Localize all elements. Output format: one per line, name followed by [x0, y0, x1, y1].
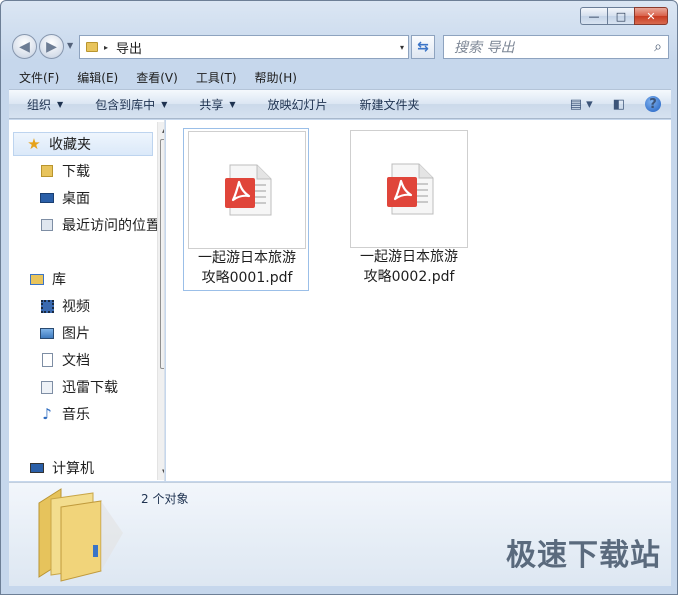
chevron-down-icon: ▼ [229, 99, 236, 109]
item-count: 2 个对象 [141, 492, 189, 506]
nav-xunlei-downloads[interactable]: 迅雷下载 [39, 376, 118, 398]
toolbar-right: ▤ ▾ ◧ ? [560, 90, 671, 118]
pdf-file-icon [225, 164, 272, 216]
help-icon[interactable]: ? [645, 96, 661, 112]
scroll-up-arrow[interactable]: ▲ [162, 126, 164, 134]
menu-edit[interactable]: 编辑(E) [67, 69, 126, 86]
slideshow-button[interactable]: 放映幻灯片 [250, 96, 342, 113]
preview-pane-icon[interactable]: ◧ [613, 97, 625, 112]
menu-help[interactable]: 帮助(H) [245, 69, 305, 86]
nav-recent-places[interactable]: 最近访问的位置 [39, 214, 160, 236]
watermark-logo: 极速下载站 [506, 538, 661, 573]
library-icon [29, 272, 45, 286]
nav-downloads[interactable]: 下载 [39, 160, 90, 182]
details-pane: 2 个对象 极速下载站 [9, 482, 671, 586]
folder-icon [86, 42, 98, 52]
file-item[interactable]: 一起游日本旅游 攻略0001.pdf [183, 128, 309, 291]
caption-buttons: — □ ✕ [580, 7, 668, 25]
menu-view[interactable]: 查看(V) [126, 69, 186, 86]
music-note-icon: ♪ [42, 405, 52, 423]
folder-large-icon [38, 488, 123, 582]
file-thumbnail [188, 131, 306, 249]
nav-favorites[interactable]: ★ 收藏夹 [13, 132, 153, 156]
chevron-right-icon[interactable]: ▸ [104, 43, 108, 52]
refresh-icon: ⇆ [417, 39, 429, 55]
address-dropdown-icon[interactable]: ▾ [400, 43, 404, 52]
nav-documents[interactable]: 文档 [39, 349, 90, 371]
share-button[interactable]: 共享 ▼ [181, 96, 249, 113]
scroll-thumb[interactable]: ≡ [160, 139, 164, 369]
nav-pictures[interactable]: 图片 [39, 322, 90, 344]
organize-button[interactable]: 组织 ▼ [9, 96, 77, 113]
file-thumbnail [350, 130, 468, 248]
forward-button[interactable]: ▶ [39, 34, 64, 59]
back-button[interactable]: ◀ [12, 34, 37, 59]
pdf-file-icon [387, 163, 434, 215]
picture-icon [39, 326, 55, 340]
chevron-down-icon: ▼ [57, 99, 64, 109]
maximize-button[interactable]: □ [607, 7, 634, 25]
download-library-icon [39, 380, 55, 394]
view-options-icon[interactable]: ▤ ▾ [570, 97, 593, 112]
folder-icon [39, 164, 55, 178]
document-icon [39, 353, 55, 367]
chevron-down-icon: ▼ [161, 99, 168, 109]
nav-scrollbar[interactable]: ▲ ≡ ▼ [157, 122, 164, 480]
file-name: 一起游日本旅游 攻略0002.pdf [360, 249, 458, 285]
refresh-button[interactable]: ⇆ [411, 35, 435, 59]
menu-file[interactable]: 文件(F) [9, 69, 67, 86]
explorer-window: — □ ✕ ◀ ▶ ▼ ▸ 导出 ▾ ⇆ 搜索 导出 ⌕ 文件(F) 编辑(E)… [0, 0, 678, 595]
search-placeholder: 搜索 导出 [454, 40, 515, 56]
file-name: 一起游日本旅游 攻略0001.pdf [198, 250, 296, 286]
new-folder-button[interactable]: 新建文件夹 [342, 96, 434, 113]
menu-tools[interactable]: 工具(T) [186, 69, 245, 86]
file-item[interactable]: 一起游日本旅游 攻略0002.pdf [346, 128, 472, 291]
command-bar: 组织 ▼ 包含到库中 ▼ 共享 ▼ 放映幻灯片 新建文件夹 ▤ ▾ ◧ ? [9, 89, 671, 119]
file-list: 一起游日本旅游 攻略0001.pdf 一起游日本旅游 攻略0002.pdf [166, 120, 671, 481]
video-icon [39, 299, 55, 313]
nav-libraries[interactable]: 库 [29, 268, 66, 290]
desktop-icon [39, 191, 55, 205]
nav-desktop[interactable]: 桌面 [39, 187, 90, 209]
minimize-button[interactable]: — [580, 7, 607, 25]
search-icon[interactable]: ⌕ [654, 39, 662, 55]
recent-pages-dropdown[interactable]: ▼ [67, 41, 73, 50]
address-bar[interactable]: ▸ 导出 ▾ [79, 35, 409, 59]
scroll-down-arrow[interactable]: ▼ [162, 468, 164, 476]
navigation-pane: ★ 收藏夹 下载 桌面 最近访问的位置 库 视频 图片 文档 迅雷下载 ♪ 音乐… [9, 120, 165, 481]
arrow-right-icon: ▶ [46, 38, 57, 55]
search-input[interactable]: 搜索 导出 ⌕ [443, 35, 669, 59]
address-path[interactable]: 导出 [116, 38, 142, 57]
nav-videos[interactable]: 视频 [39, 295, 90, 317]
menu-bar: 文件(F) 编辑(E) 查看(V) 工具(T) 帮助(H) [9, 67, 671, 87]
computer-icon [29, 461, 45, 475]
include-in-library-button[interactable]: 包含到库中 ▼ [77, 96, 181, 113]
star-icon: ★ [27, 135, 41, 153]
arrow-left-icon: ◀ [19, 38, 30, 55]
recent-places-icon [39, 218, 55, 232]
close-button[interactable]: ✕ [634, 7, 668, 25]
nav-music[interactable]: ♪ 音乐 [39, 403, 90, 425]
nav-computer[interactable]: 计算机 [29, 457, 94, 479]
